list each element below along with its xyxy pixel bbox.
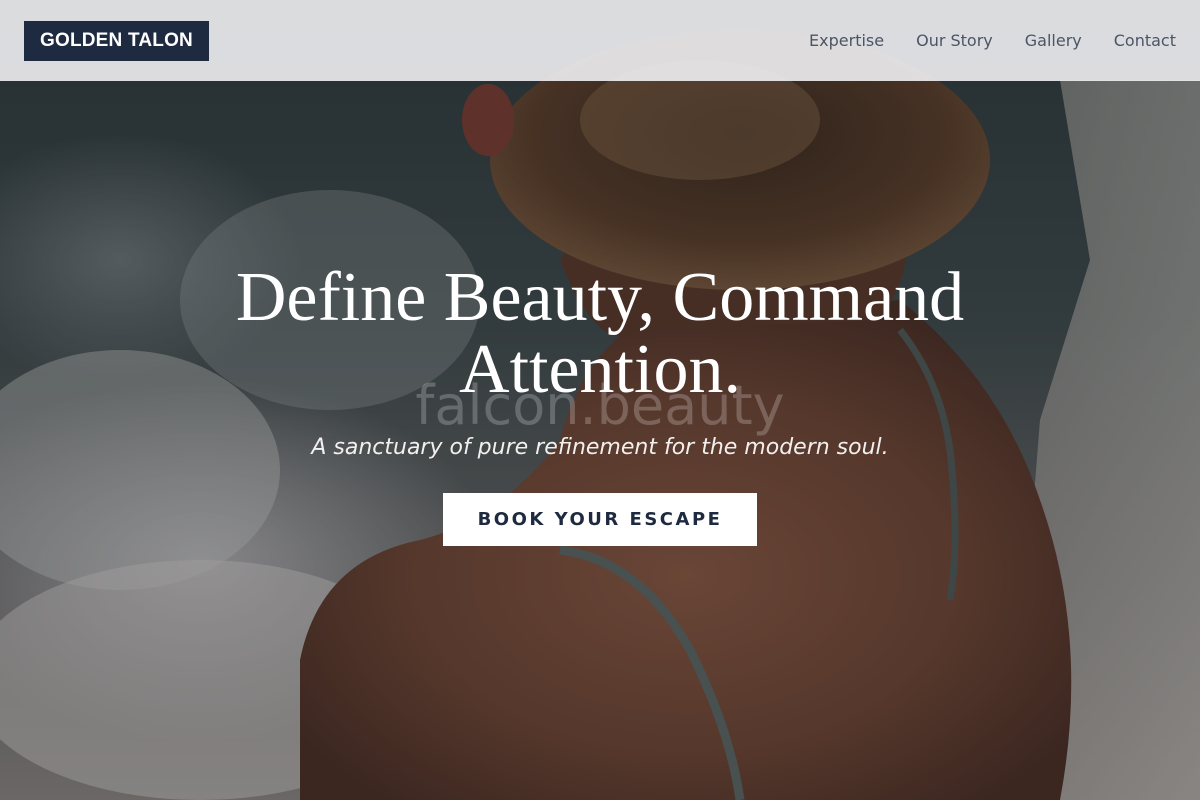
nav-link-our-story[interactable]: Our Story — [916, 31, 993, 50]
book-escape-button[interactable]: BOOK YOUR ESCAPE — [443, 493, 757, 546]
watermark-text: falcon.beauty — [415, 374, 785, 437]
nav-link-contact[interactable]: Contact — [1114, 31, 1176, 50]
hero-section: Define Beauty, Command Attention. falcon… — [0, 0, 1200, 800]
nav-link-gallery[interactable]: Gallery — [1025, 31, 1082, 50]
main-nav: Expertise Our Story Gallery Contact — [809, 31, 1176, 50]
top-navbar: GOLDEN TALON Expertise Our Story Gallery… — [0, 0, 1200, 81]
hero-subtitle: A sanctuary of pure refinement for the m… — [311, 435, 889, 460]
nav-link-expertise[interactable]: Expertise — [809, 31, 884, 50]
brand-logo[interactable]: GOLDEN TALON — [24, 20, 209, 61]
